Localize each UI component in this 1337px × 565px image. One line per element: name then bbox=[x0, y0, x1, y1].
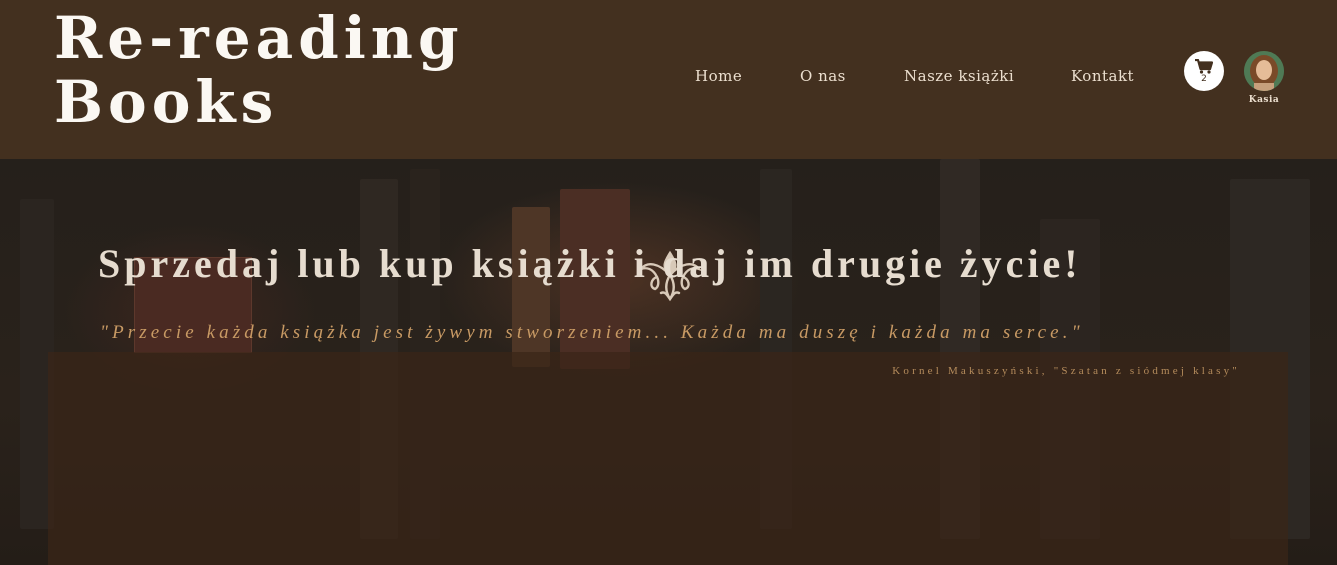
nav-contact[interactable]: Kontakt bbox=[1071, 67, 1134, 85]
nav-home[interactable]: Home bbox=[695, 67, 742, 85]
hero-quote: "Przecie każda książka jest żywym stworz… bbox=[100, 322, 1084, 343]
nav-books[interactable]: Nasze książki bbox=[904, 67, 1014, 85]
quote-author: Kornel Makuszyński, "Szatan z siódmej kl… bbox=[892, 365, 1240, 377]
site-header: Re-reading Books Home O nas Nasze książk… bbox=[0, 0, 1337, 159]
cart-button[interactable]: 2 bbox=[1184, 51, 1224, 91]
hero-headline: Sprzedaj lub kup książki i daj im drugie… bbox=[98, 241, 1082, 286]
user-avatar[interactable] bbox=[1244, 51, 1284, 91]
cart-count-badge: 2 bbox=[1201, 74, 1207, 84]
avatar-image bbox=[1244, 51, 1284, 91]
nav-about[interactable]: O nas bbox=[800, 67, 846, 85]
hero-overlay bbox=[48, 352, 1288, 565]
user-name: Kasia bbox=[1248, 95, 1280, 105]
logo-line-2: Books bbox=[54, 68, 279, 136]
hero-section bbox=[0, 159, 1337, 565]
cart-icon bbox=[1195, 59, 1213, 74]
site-logo[interactable]: Re-reading Books bbox=[54, 6, 474, 134]
logo-line-1: Re-reading bbox=[54, 4, 464, 72]
